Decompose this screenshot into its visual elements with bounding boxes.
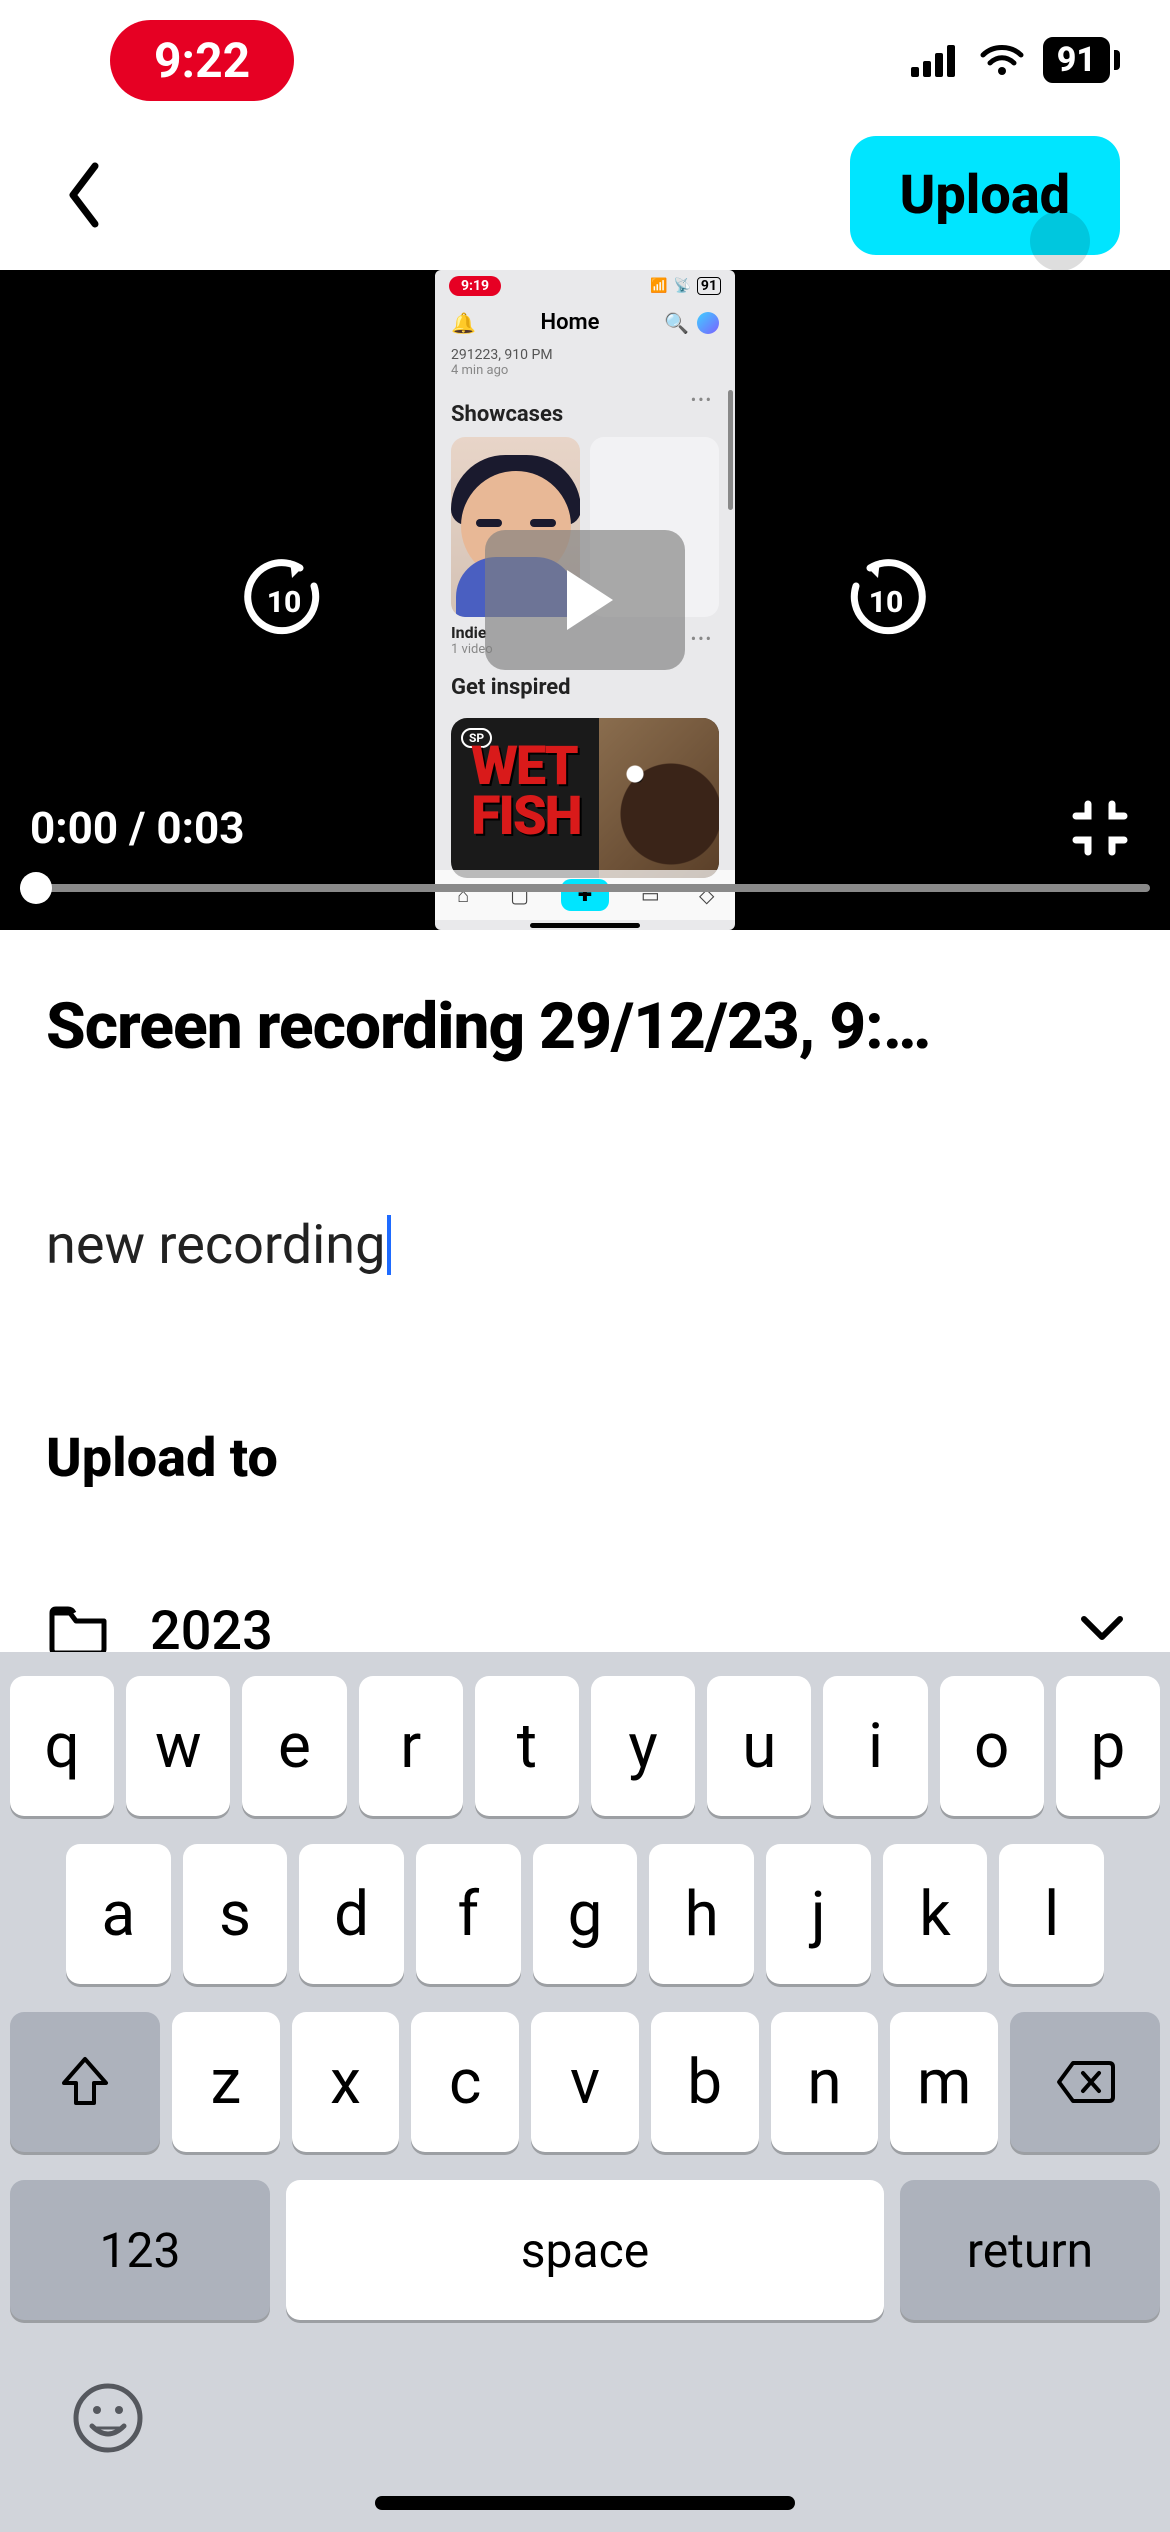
home-indicator[interactable] [375,2496,795,2510]
keyboard-row-3: z x c v b n m [10,2012,1160,2152]
key-w[interactable]: w [126,1676,230,1816]
keyboard-row-2: a s d f g h j k l [10,1844,1160,1984]
key-r[interactable]: r [359,1676,463,1816]
svg-text:10: 10 [869,585,904,620]
play-button[interactable] [485,530,685,670]
key-k[interactable]: k [883,1844,988,1984]
keyboard-row-4: 123 space return [10,2180,1160,2320]
key-p[interactable]: p [1056,1676,1160,1816]
key-space[interactable]: space [286,2180,884,2320]
preview-recent-line: 291223, 910 PM [435,343,735,363]
key-g[interactable]: g [533,1844,638,1984]
preview-wifi-icon: 📡 [673,278,690,294]
key-h[interactable]: h [649,1844,754,1984]
preview-fish-image [599,718,719,878]
key-numbers[interactable]: 123 [10,2180,270,2320]
playback-time-label: 0:00 / 0:03 [30,802,244,854]
keyboard-row-1: q w e r t y u i o p [10,1676,1160,1816]
nav-bar: Upload [0,120,1170,270]
preview-recent-sub: 4 min ago [435,363,735,384]
key-x[interactable]: x [292,2012,400,2152]
emoji-button[interactable] [70,2380,146,2474]
description-input[interactable]: new recording [46,1214,385,1277]
key-d[interactable]: d [299,1844,404,1984]
key-o[interactable]: o [940,1676,1044,1816]
progress-slider-track[interactable] [20,884,1150,892]
key-v[interactable]: v [531,2012,639,2152]
play-icon [567,570,613,630]
text-cursor [387,1215,391,1275]
skip-back-10-button[interactable]: 10 [240,556,328,644]
key-j[interactable]: j [766,1844,871,1984]
preview-inspired-card: SP WET FISH [451,718,719,878]
key-m[interactable]: m [890,2012,998,2152]
key-s[interactable]: s [183,1844,288,1984]
key-shift[interactable] [10,2012,160,2152]
status-right: 91 [911,37,1120,83]
preview-more-icon: ••• [691,390,713,409]
key-b[interactable]: b [651,2012,759,2152]
skip-forward-10-button[interactable]: 10 [842,556,930,644]
title-input[interactable]: Screen recording 29/12/23, 9:… [46,990,1124,1064]
ios-keyboard: q w e r t y u i o p a s d f g h j k l z … [0,1652,1170,2532]
key-z[interactable]: z [172,2012,280,2152]
key-l[interactable]: l [999,1844,1104,1984]
preview-home-label: Home [541,310,600,335]
preview-signal-icon: 📶 [650,278,667,294]
key-i[interactable]: i [823,1676,927,1816]
key-a[interactable]: a [66,1844,171,1984]
cellular-signal-icon [911,43,961,77]
fullscreen-button[interactable] [1070,798,1130,858]
preview-avatar-icon [697,312,719,334]
key-c[interactable]: c [411,2012,519,2152]
key-u[interactable]: u [707,1676,811,1816]
preview-battery: 91 [697,277,721,295]
preview-time-pill: 9:19 [449,276,501,296]
preview-scrollbar [728,390,733,510]
key-q[interactable]: q [10,1676,114,1816]
key-n[interactable]: n [771,2012,879,2152]
back-button[interactable] [50,160,120,230]
upload-to-label: Upload to [46,1427,1124,1490]
key-e[interactable]: e [242,1676,346,1816]
preview-bell-icon: 🔔 [451,311,476,335]
upload-form: Screen recording 29/12/23, 9:… new recor… [0,930,1170,1663]
preview-tabbar: ⌂ ▢ + ▭ ◇ [435,870,735,920]
recording-time-pill: 9:22 [110,20,294,101]
chevron-down-icon [1080,1615,1124,1647]
upload-button[interactable]: Upload [850,136,1120,255]
key-t[interactable]: t [475,1676,579,1816]
key-backspace[interactable] [1010,2012,1160,2152]
key-f[interactable]: f [416,1844,521,1984]
wifi-icon [979,43,1025,77]
status-bar: 9:22 91 [0,0,1170,120]
preview-showcase-more-icon: ••• [691,629,713,648]
key-y[interactable]: y [591,1676,695,1816]
preview-poster-line2: FISH [471,785,581,848]
progress-slider-thumb[interactable] [20,872,52,904]
battery-icon: 91 [1043,37,1120,83]
preview-search-icon: 🔍 [664,311,689,335]
video-player[interactable]: 9:19 📶 📡 91 🔔 Home 🔍 291223, 910 PM 4 mi… [0,270,1170,930]
key-return[interactable]: return [900,2180,1160,2320]
svg-text:10: 10 [267,585,302,620]
battery-level: 91 [1043,37,1110,83]
